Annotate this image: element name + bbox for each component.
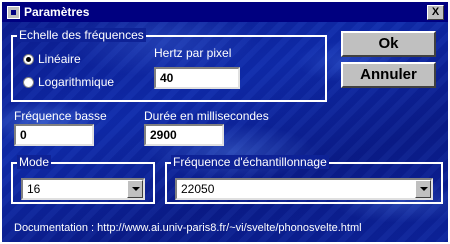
mode-select[interactable]: 16	[21, 178, 145, 200]
low-frequency-label: Fréquence basse	[14, 109, 107, 123]
hertz-per-pixel-input[interactable]: 40	[154, 67, 240, 89]
frequency-scale-group: Echelle des fréquences Linéaire Logarith…	[11, 28, 327, 102]
radio-logarithmic-label[interactable]: Logarithmique	[38, 75, 114, 89]
duration-input[interactable]: 2900	[144, 124, 224, 146]
close-button[interactable]: X	[427, 5, 444, 20]
sampling-value: 22050	[181, 182, 215, 196]
sampling-label: Fréquence d'échantillonnage	[171, 155, 329, 169]
duration-label: Durée en millisecondes	[144, 109, 269, 123]
mode-group: Mode 16	[11, 155, 155, 204]
ok-button[interactable]: Ok	[341, 31, 436, 57]
cancel-button[interactable]: Annuler	[341, 62, 436, 88]
window-title: Paramètres	[24, 5, 90, 19]
chevron-down-icon[interactable]	[415, 180, 431, 198]
radio-linear[interactable]	[23, 54, 34, 65]
mode-value: 16	[27, 182, 41, 196]
chevron-down-icon[interactable]	[127, 180, 143, 198]
documentation-text: Documentation : http://www.ai.univ-paris…	[14, 222, 362, 234]
title-bar[interactable]: Paramètres X	[2, 2, 448, 22]
sampling-group: Fréquence d'échantillonnage 22050	[165, 155, 443, 204]
mode-label: Mode	[17, 155, 52, 169]
parameters-dialog: Paramètres X Echelle des fréquences Liné…	[0, 0, 450, 244]
radio-logarithmic[interactable]	[23, 77, 34, 88]
sampling-select[interactable]: 22050	[175, 178, 433, 200]
frequency-scale-label: Echelle des fréquences	[17, 28, 146, 42]
window-icon	[7, 6, 20, 19]
radio-linear-label[interactable]: Linéaire	[38, 52, 81, 66]
low-frequency-input[interactable]: 0	[14, 124, 94, 146]
hertz-per-pixel-label: Hertz par pixel	[154, 46, 232, 60]
